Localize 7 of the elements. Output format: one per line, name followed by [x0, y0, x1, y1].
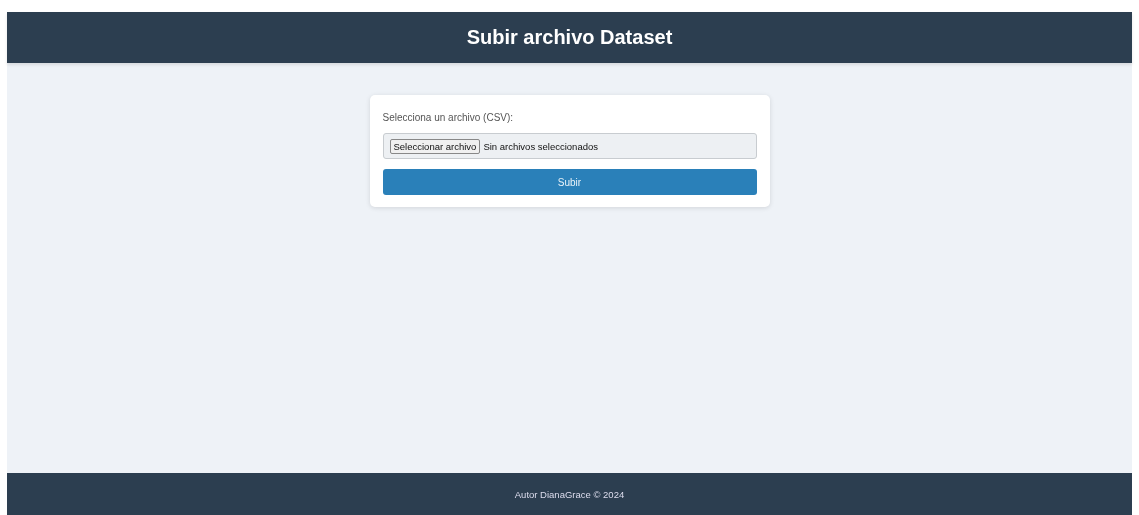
file-label: Selecciona un archivo (CSV): [382, 112, 515, 123]
file-status-text: Sin archivos seleccionados [483, 140, 598, 152]
file-input-field[interactable]: Seleccionar archivo Sin archivos seleccionados [382, 133, 757, 159]
upload-button[interactable]: Subir [382, 169, 757, 195]
choose-file-button[interactable]: Seleccionar archivo [389, 138, 481, 154]
page-title: Subir archivo Dataset [466, 26, 673, 49]
footer-text: Autor DianaGrace © 2024 [514, 488, 625, 500]
